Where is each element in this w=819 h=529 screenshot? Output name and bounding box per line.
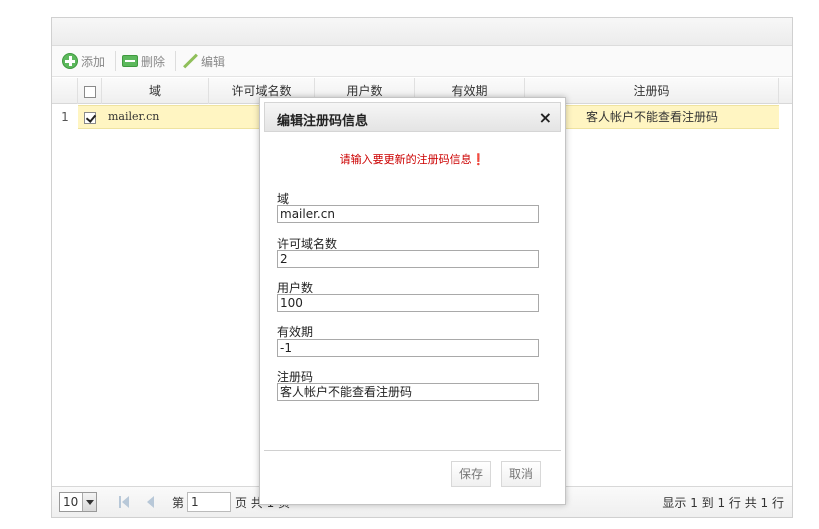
domain-field[interactable]: mailer.cn — [277, 205, 539, 223]
grid-toolbar: 添加 删除 编辑 — [52, 46, 792, 77]
dialog-message: 请输入要更新的注册码信息❗ — [339, 153, 486, 166]
reg-code-field[interactable]: 客人帐户不能查看注册码 — [277, 383, 539, 401]
add-label: 添加 — [81, 54, 106, 69]
row-index: 1 — [61, 110, 69, 124]
chevron-down-icon[interactable] — [82, 493, 96, 511]
header-domain[interactable]: 域 — [102, 78, 209, 104]
dialog-header: 编辑注册码信息 × — [264, 102, 561, 132]
page-prefix: 第 — [172, 496, 185, 510]
delete-icon — [122, 55, 139, 67]
page-size-select[interactable]: 10 — [59, 492, 97, 512]
page-size-value: 10 — [63, 495, 79, 509]
row-checkbox[interactable] — [84, 111, 96, 124]
select-all-checkbox[interactable] — [83, 85, 96, 98]
prev-page-icon[interactable] — [144, 495, 156, 509]
dialog-divider — [264, 450, 561, 451]
toolbar-separator — [115, 51, 117, 71]
delete-label: 删除 — [141, 54, 166, 69]
user-count-field[interactable]: 100 — [277, 294, 539, 312]
header-select-all[interactable] — [78, 78, 102, 104]
expiry-field[interactable]: -1 — [277, 339, 539, 357]
save-button[interactable]: 保存 — [451, 461, 492, 487]
delete-button[interactable]: 删除 — [120, 50, 171, 72]
pencil-icon — [182, 53, 198, 69]
add-icon — [62, 53, 78, 69]
edit-button[interactable]: 编辑 — [180, 50, 231, 72]
dialog-title: 编辑注册码信息 — [277, 114, 369, 129]
pagination-info: 显示 1 到 1 行 共 1 行 — [662, 496, 784, 510]
edit-label: 编辑 — [201, 54, 226, 69]
cancel-button[interactable]: 取消 — [501, 461, 542, 487]
cell-domain: mailer.cn — [108, 110, 160, 123]
row-select[interactable] — [78, 105, 102, 129]
license-count-field[interactable]: 2 — [277, 250, 539, 268]
toolbar-separator — [175, 51, 177, 71]
grid-title-bar — [52, 18, 792, 46]
add-button[interactable]: 添加 — [60, 50, 111, 72]
expiry-label: 有效期 — [277, 325, 314, 339]
close-icon[interactable]: × — [539, 108, 552, 127]
page-number-input[interactable]: 1 — [187, 492, 231, 512]
header-rownum — [52, 78, 78, 104]
first-page-icon[interactable] — [119, 495, 131, 509]
edit-regcode-dialog: 编辑注册码信息 × 请输入要更新的注册码信息❗ 域 mailer.cn 许可域名… — [259, 97, 566, 505]
